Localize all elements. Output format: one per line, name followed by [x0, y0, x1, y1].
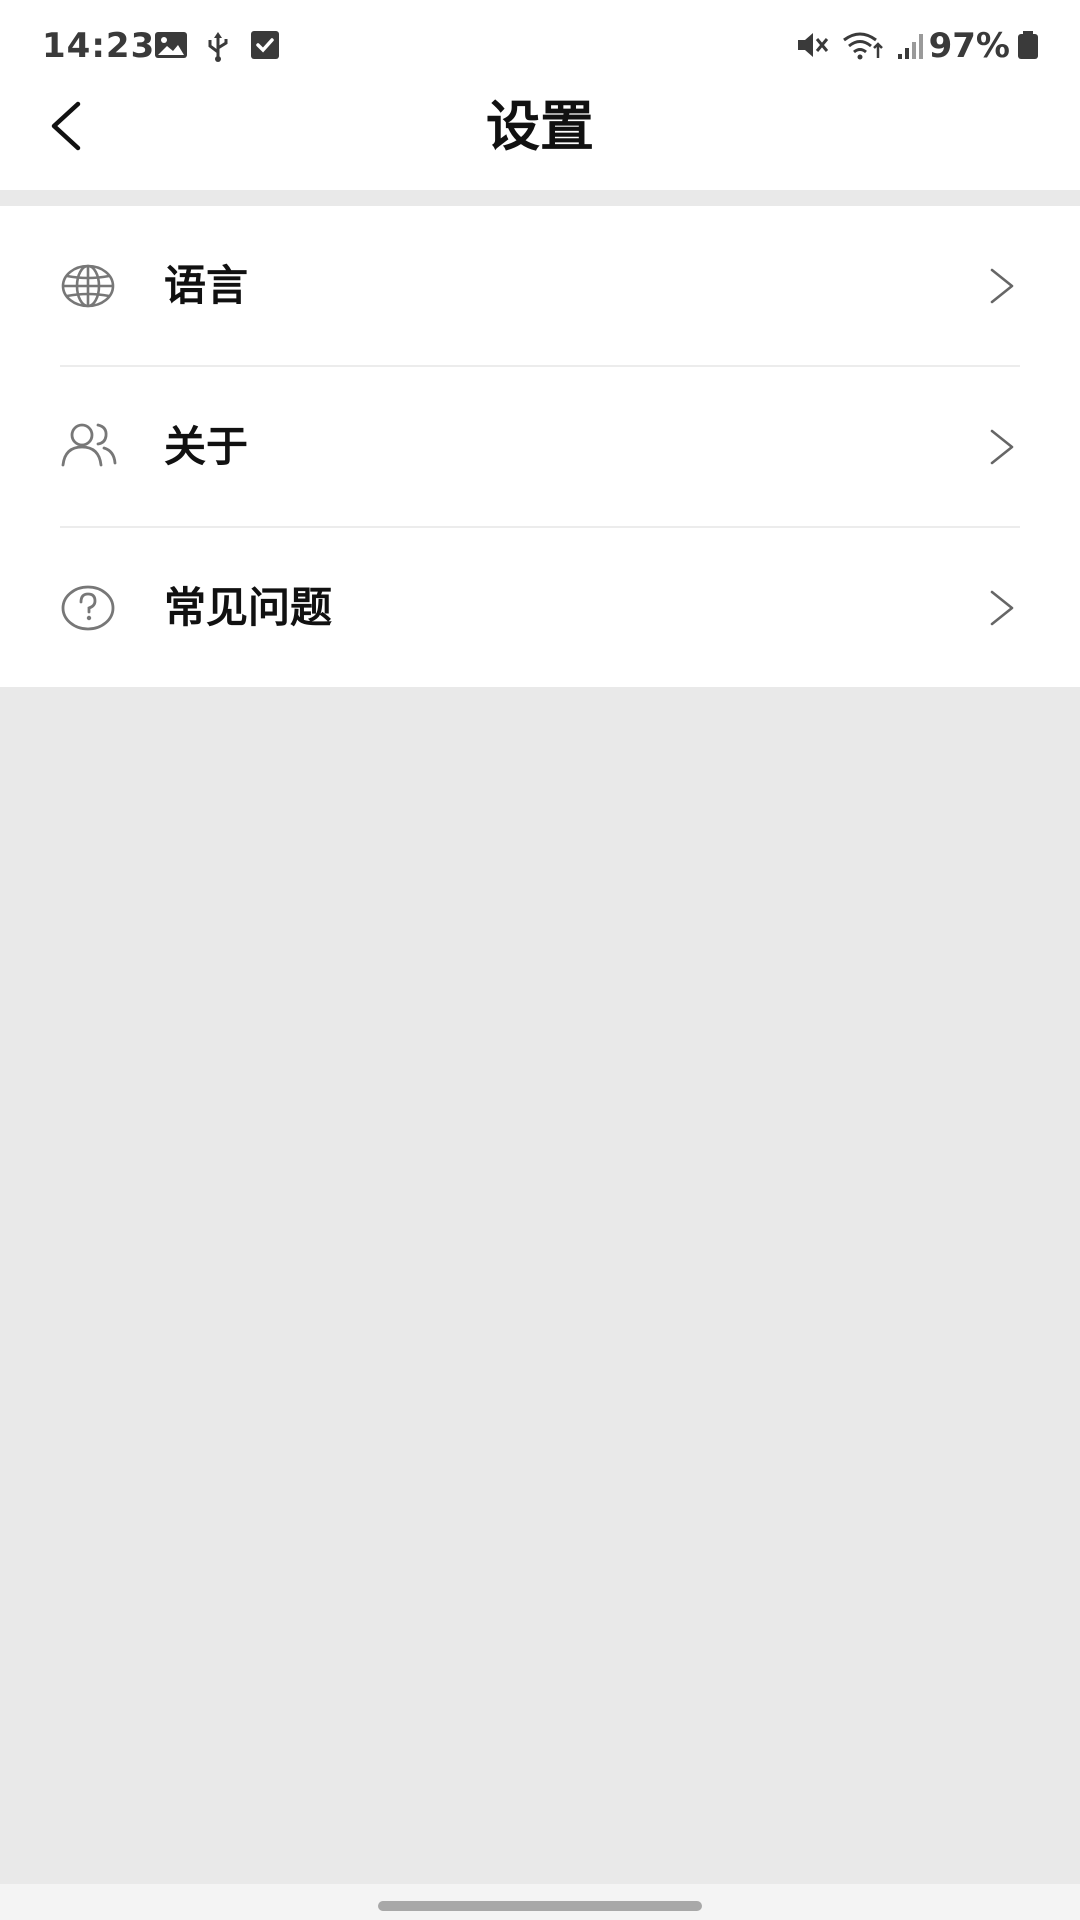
settings-item-label: 常见问题	[164, 583, 333, 632]
image-icon	[154, 30, 188, 64]
battery-percent: 97%	[928, 26, 1010, 66]
check-box-icon	[250, 30, 280, 64]
chevron-right-icon	[978, 425, 1022, 469]
settings-item-about[interactable]: 关于	[0, 367, 1080, 527]
users-icon	[60, 419, 117, 475]
status-bar: 14:23 97%	[0, 0, 1080, 92]
chevron-right-icon	[978, 264, 1022, 308]
wifi-icon	[842, 30, 886, 64]
navigation-bar	[0, 1884, 1080, 1920]
settings-item-label: 关于	[164, 422, 249, 471]
page-title: 设置	[486, 95, 594, 158]
mute-icon	[796, 30, 830, 64]
status-time: 14:23	[42, 26, 156, 66]
signal-icon	[896, 30, 928, 64]
battery-icon	[1016, 30, 1040, 64]
settings-list: 语言 关于 常见问题	[0, 206, 1080, 687]
globe-icon	[60, 258, 116, 314]
home-indicator[interactable]	[378, 1901, 702, 1911]
app-header: 设置	[0, 92, 1080, 190]
question-icon	[60, 580, 116, 636]
usb-icon	[204, 30, 232, 64]
settings-item-label: 语言	[164, 261, 249, 310]
settings-item-faq[interactable]: 常见问题	[0, 528, 1080, 688]
settings-item-language[interactable]: 语言	[0, 206, 1080, 366]
chevron-right-icon	[978, 586, 1022, 630]
